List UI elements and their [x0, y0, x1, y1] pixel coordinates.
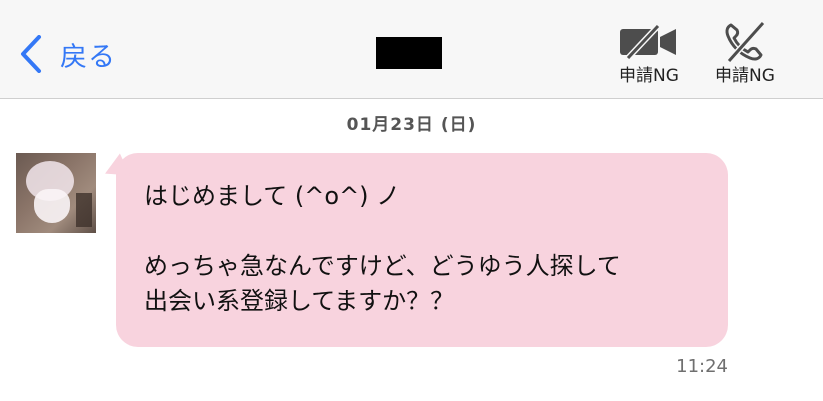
- message-line: [144, 214, 728, 249]
- redacted-contact-name: [376, 37, 442, 69]
- date-separator: 01月23日 (日): [346, 115, 477, 135]
- video-call-label: 申請NG: [619, 66, 679, 86]
- back-label: 戻る: [60, 41, 116, 73]
- avatar[interactable]: [16, 153, 96, 233]
- message-line: めっちゃ急なんですけど、どうゆう人探して: [144, 252, 621, 280]
- voice-call-button[interactable]: 申請NG: [702, 20, 788, 90]
- message-line: 出会い系登録してますか？？: [144, 287, 455, 315]
- message-line: はじめまして (^o^) ノ: [144, 182, 401, 210]
- message-bubble[interactable]: はじめまして (^o^) ノ めっちゃ急なんですけど、どうゆう人探して 出会い系…: [116, 153, 728, 347]
- video-call-button[interactable]: 申請NG: [606, 22, 692, 90]
- message-timestamp: 11:24: [676, 356, 728, 377]
- video-camera-off-icon: [618, 23, 680, 63]
- phone-off-icon: [723, 20, 767, 67]
- back-button[interactable]: 戻る: [20, 34, 116, 74]
- voice-call-label: 申請NG: [715, 66, 775, 86]
- chat-header: 戻る 申請NG 申請NG: [0, 0, 823, 99]
- chevron-left-icon: [20, 35, 42, 73]
